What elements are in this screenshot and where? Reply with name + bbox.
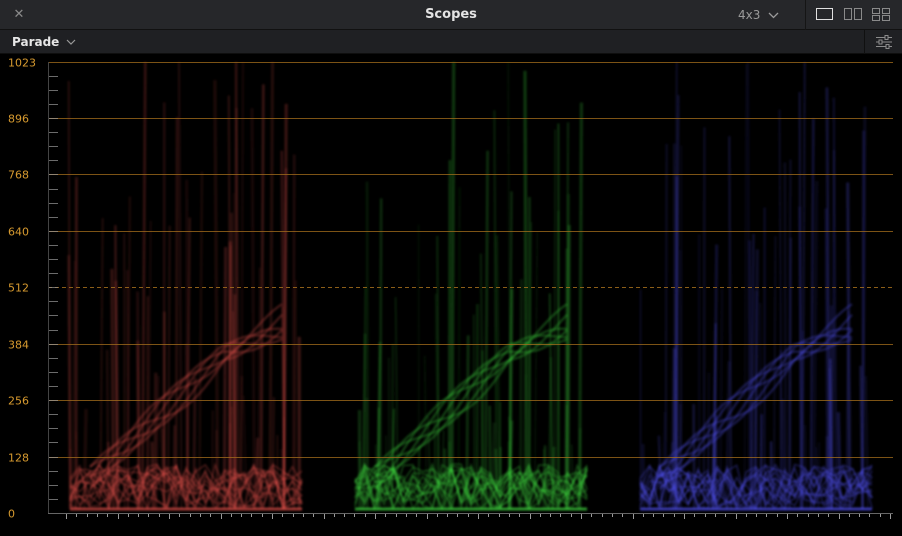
waveform-streak: [292, 154, 296, 510]
scope-mode-label: Parade: [12, 35, 60, 49]
scope-header: Parade: [0, 30, 902, 54]
waveform-streak: [577, 102, 583, 510]
waveform-streak: [242, 395, 248, 510]
waveform-streak: [99, 218, 104, 510]
quad-layout-button[interactable]: [872, 8, 890, 21]
quad-layout-cell: [872, 8, 880, 14]
scale-label: 896: [8, 113, 29, 126]
waveform-streak: [126, 196, 131, 510]
close-icon[interactable]: ✕: [8, 6, 30, 24]
single-layout-button[interactable]: [816, 8, 833, 21]
waveform-streak: [178, 61, 183, 510]
quad-layout-cell: [882, 15, 890, 21]
waveform-streak: [110, 268, 115, 510]
waveform-streak: [719, 288, 724, 510]
waveform-streak: [167, 225, 171, 510]
scale-label: 128: [8, 452, 29, 465]
waveform-streak: [783, 162, 787, 510]
waveform-traces: [67, 61, 873, 512]
waveform-streak: [447, 160, 452, 510]
waveform-streak: [804, 425, 808, 510]
waveform-streak: [259, 84, 265, 510]
waveform-streak: [702, 127, 706, 510]
parade-scope: 1023 896 768 640 512 384 256 128 0: [0, 54, 902, 536]
waveform-streak: [213, 80, 220, 510]
waveform-streak: [146, 296, 149, 510]
scale-label: 384: [8, 339, 29, 352]
waveform-streak: [484, 150, 489, 510]
quad-layout-cell: [882, 8, 890, 14]
toolbar-divider: [805, 0, 806, 30]
chevron-down-icon: [66, 39, 76, 45]
waveform-streak: [553, 129, 556, 510]
scope-settings-button[interactable]: [864, 30, 902, 54]
quad-layout-icon: [872, 8, 890, 14]
parade-waveform: 1023 896 768 640 512 384 256 128 0: [8, 57, 893, 521]
chevron-down-icon: [768, 12, 779, 18]
waveform-curve: [374, 327, 568, 479]
dual-layout-icon: [844, 8, 852, 20]
waveform-streak: [268, 61, 274, 510]
waveform-streak: [534, 232, 538, 510]
waveform-streak: [175, 117, 179, 510]
waveform-green: [354, 61, 588, 512]
waveform-streak: [832, 97, 838, 510]
scale-label: 256: [8, 395, 29, 408]
quad-layout-row: [872, 15, 890, 21]
waveform-streak: [240, 61, 244, 510]
aspect-ratio-select[interactable]: 4x3: [738, 6, 779, 24]
waveform-streak: [801, 61, 806, 510]
scale-label: 1023: [8, 57, 36, 70]
scale-label: 640: [8, 226, 29, 239]
waveform-streak: [746, 61, 751, 510]
waveform-red: [67, 61, 303, 512]
scope-mode-select[interactable]: Parade: [12, 33, 76, 51]
quad-layout-cell: [872, 15, 880, 21]
title-bar: ✕ Scopes 4x3: [0, 0, 902, 30]
sliders-icon: [875, 35, 892, 49]
waveform-blue: [639, 61, 873, 511]
bottom-ticks: [48, 513, 893, 519]
scale-label: 512: [8, 282, 29, 295]
scale-label: 0: [8, 508, 15, 521]
waveform-streak: [547, 357, 552, 510]
aspect-ratio-value: 4x3: [738, 8, 761, 22]
waveform-streak: [457, 187, 461, 510]
waveform-streak: [728, 136, 733, 510]
waveform-streak: [450, 61, 456, 510]
single-layout-icon: [816, 8, 833, 20]
scale-labels: 1023 896 768 640 512 384 256 128 0: [8, 57, 36, 521]
waveform-streak: [271, 397, 275, 510]
waveform-streak: [743, 64, 747, 510]
waveform-streak: [198, 171, 204, 510]
waveform-streak: [664, 143, 668, 510]
scale-label: 768: [8, 169, 29, 182]
dual-layout-button[interactable]: [844, 8, 862, 21]
waveform-streak: [523, 70, 529, 510]
waveform-streak: [250, 108, 256, 510]
dual-layout-icon-cell: [854, 8, 862, 20]
